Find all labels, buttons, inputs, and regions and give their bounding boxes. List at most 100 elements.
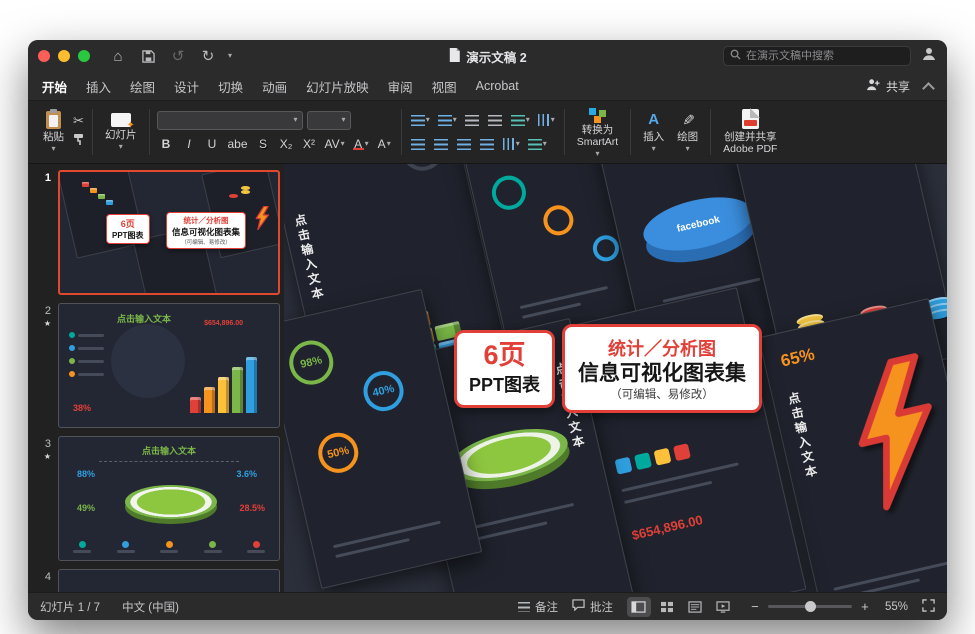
font-color-button[interactable]: A [351, 135, 371, 154]
slide-thumbnail-1[interactable]: 6页 PPT图表 统计／分析图 信息可视化图表集 （可编辑、易修改） [58, 170, 280, 295]
zoom-percentage[interactable]: 55% [885, 601, 908, 613]
subscript-button[interactable]: X₂ [277, 135, 296, 154]
slide-number: 4 [45, 571, 51, 583]
home-icon[interactable]: ⌂ [108, 46, 128, 66]
clear-formatting-button[interactable]: A [375, 135, 394, 154]
strikethrough-button[interactable]: abe [226, 135, 250, 154]
underline-button[interactable]: U [203, 135, 222, 154]
traffic-lights [38, 50, 90, 62]
lightning-icon [831, 349, 947, 522]
undo-icon[interactable]: ↺ [168, 46, 188, 66]
slide-sorter-view-button[interactable] [655, 597, 679, 617]
tab-home[interactable]: 开始 [42, 77, 67, 96]
close-window-button[interactable] [38, 50, 50, 62]
badge-page-count[interactable]: 6页 PPT图表 [454, 330, 555, 408]
font-name-combo[interactable] [157, 111, 303, 130]
fit-slide-button[interactable] [922, 599, 935, 615]
redo-icon[interactable]: ↻ [198, 46, 218, 66]
tab-transitions[interactable]: 切换 [218, 77, 243, 96]
dollar-value: $654,896.00 [630, 512, 704, 543]
slide-thumbnail-3[interactable]: 点击输入文本 88% 49% 3.6% 28.5% [58, 436, 280, 561]
collapse-ribbon-icon[interactable] [922, 82, 935, 95]
tab-draw[interactable]: 绘图 [130, 77, 155, 96]
save-icon[interactable] [138, 46, 158, 66]
badge-series-title[interactable]: 统计／分析图 信息可视化图表集 （可编辑、易修改） [562, 324, 762, 413]
tab-slideshow[interactable]: 幻灯片放映 [306, 77, 369, 96]
font-size-combo[interactable] [307, 111, 351, 130]
account-avatar-icon[interactable] [921, 46, 937, 67]
transition-star-icon [44, 320, 51, 328]
text-direction-button[interactable] [536, 111, 557, 130]
decrease-indent-button[interactable] [463, 111, 482, 130]
pen-icon [681, 111, 694, 128]
numbering-button[interactable] [436, 111, 459, 130]
normal-view-button[interactable] [627, 597, 651, 617]
titlebar: ⌂ ↺ ↻ 演示文稿 2 [28, 40, 947, 72]
paste-button[interactable]: 粘贴 [38, 109, 69, 155]
reading-view-button[interactable] [683, 597, 707, 617]
notes-icon [518, 602, 530, 612]
align-center-button[interactable] [432, 135, 451, 154]
app-window: ⌂ ↺ ↻ 演示文稿 2 开始 插入 绘图 [28, 40, 947, 620]
zoom-window-button[interactable] [78, 50, 90, 62]
bold-button[interactable]: B [157, 135, 176, 154]
new-slide-button[interactable]: 幻灯片 [100, 111, 142, 153]
text-shadow-button[interactable]: S [254, 135, 273, 154]
slideshow-view-button[interactable] [711, 597, 735, 617]
slide-editing-canvas[interactable]: 点击输入文本 fac [284, 164, 947, 592]
increase-indent-icon [488, 115, 502, 126]
zoom-in-button[interactable]: + [859, 599, 871, 614]
insert-textbox-icon [648, 111, 659, 128]
toolbar-options-caret-icon[interactable] [228, 52, 238, 60]
justify-button[interactable] [478, 135, 497, 154]
decrease-indent-icon [465, 115, 479, 126]
thumb2-bar-chart [190, 357, 257, 413]
align-left-button[interactable] [409, 135, 428, 154]
zoom-out-button[interactable]: − [749, 599, 761, 614]
tab-review[interactable]: 审阅 [388, 77, 413, 96]
search-icon [730, 47, 741, 65]
slide-thumbnail-4[interactable] [58, 569, 280, 592]
share-button[interactable]: 共享 [866, 78, 910, 95]
document-title: 演示文稿 2 [466, 47, 526, 66]
comment-bubble-icon [572, 599, 585, 614]
justify-icon [480, 139, 494, 150]
language-indicator[interactable]: 中文 (中国) [122, 599, 179, 615]
cut-icon[interactable]: ✂ [73, 114, 84, 127]
create-share-pdf-button[interactable]: 创建并共享Adobe PDF [718, 107, 782, 157]
minimize-window-button[interactable] [58, 50, 70, 62]
insert-button[interactable]: 插入 [638, 109, 669, 154]
slide-counter: 幻灯片 1 / 7 [40, 599, 100, 615]
draw-button[interactable]: 绘图 [672, 109, 703, 154]
share-label: 共享 [886, 78, 910, 95]
character-spacing-button[interactable]: AV [323, 135, 347, 154]
increase-indent-button[interactable] [486, 111, 505, 130]
superscript-button[interactable]: X² [300, 135, 319, 154]
align-text-button[interactable] [526, 135, 549, 154]
align-center-icon [434, 139, 448, 150]
tab-view[interactable]: 视图 [432, 77, 457, 96]
zoom-slider-knob[interactable] [805, 601, 816, 612]
search-input[interactable] [746, 50, 904, 62]
tab-acrobat[interactable]: Acrobat [476, 79, 519, 93]
adobe-pdf-icon [742, 109, 759, 129]
notes-button[interactable]: 备注 [518, 599, 558, 615]
format-painter-icon[interactable] [72, 133, 85, 151]
slide-thumbnail-2[interactable]: 点击输入文本 $654,896.00 [58, 303, 280, 428]
convert-to-smartart-button[interactable]: 转换为SmartArt [572, 104, 623, 160]
align-right-button[interactable] [455, 135, 474, 154]
bullets-button[interactable] [409, 111, 432, 130]
align-right-icon [457, 139, 471, 150]
thumb2-percent: 38% [73, 403, 91, 413]
columns-button[interactable] [501, 135, 522, 154]
tab-insert[interactable]: 插入 [86, 77, 111, 96]
ribbon: 粘贴 ✂ 幻灯片 [28, 100, 947, 164]
italic-button[interactable]: I [180, 135, 199, 154]
tab-design[interactable]: 设计 [174, 77, 199, 96]
tab-animations[interactable]: 动画 [262, 77, 287, 96]
zoom-slider[interactable] [768, 605, 852, 608]
slide-number: 2 [45, 305, 51, 317]
search-box[interactable] [723, 46, 911, 66]
comments-button[interactable]: 批注 [572, 599, 613, 615]
line-spacing-button[interactable] [509, 111, 532, 130]
